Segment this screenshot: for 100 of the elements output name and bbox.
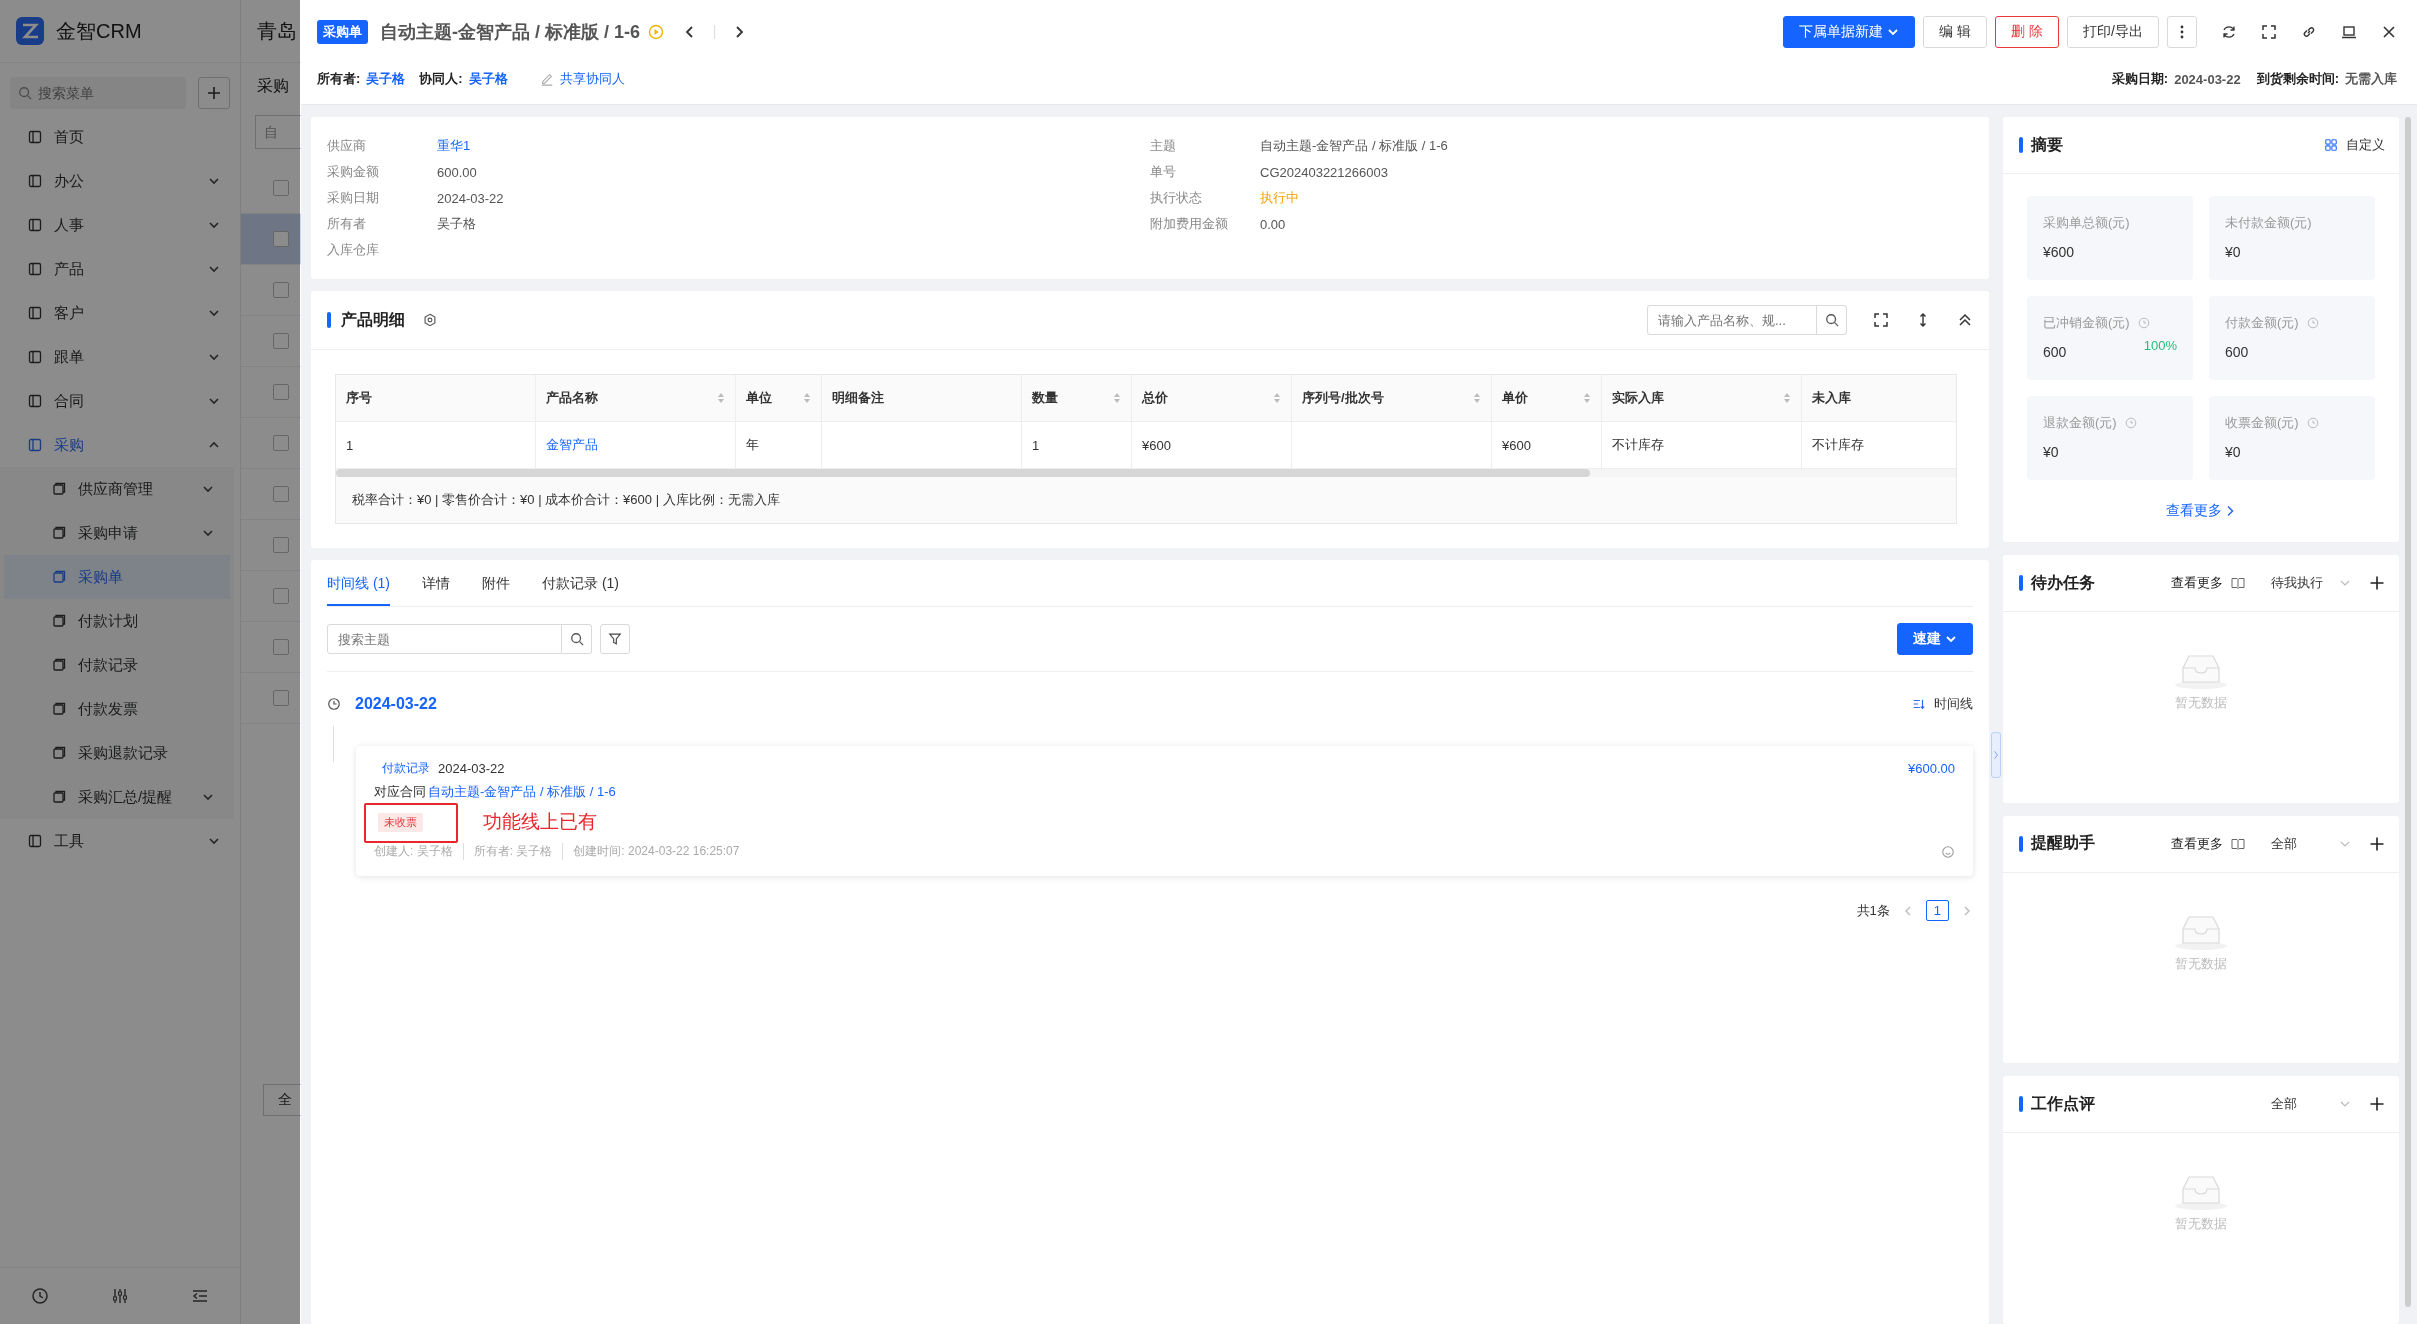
column-header: 产品名称 [536,375,736,421]
stat-label: 未付款金额(元) [2225,214,2312,232]
checkbox[interactable] [273,537,289,553]
view-more-link[interactable]: 查看更多 [2171,574,2223,592]
menu-search-field[interactable]: 搜索菜单 [10,77,186,109]
menu-item[interactable]: 人事 [0,203,240,247]
tab[interactable]: 附件 [482,560,510,606]
checkbox[interactable] [273,384,289,400]
checkbox[interactable] [273,180,289,196]
product-link[interactable]: 金智产品 [546,436,725,454]
owner-link[interactable]: 吴子格 [366,70,406,88]
refresh-icon[interactable] [2221,24,2237,40]
submenu-item[interactable]: 采购申请 [0,511,234,555]
add-icon[interactable] [2369,575,2385,591]
grid-icon[interactable] [2324,138,2338,152]
laptop-icon[interactable] [2341,24,2357,40]
customize-link[interactable]: 自定义 [2346,136,2385,154]
sort-icon[interactable] [717,392,725,404]
book-icon[interactable] [2231,837,2245,850]
submenu-item[interactable]: 供应商管理 [0,467,234,511]
checkbox[interactable] [273,588,289,604]
checkbox[interactable] [273,333,289,349]
quick-create-button[interactable]: 速建 [1897,623,1973,655]
add-button[interactable] [198,77,230,109]
panel-toggle-handle[interactable] [1991,732,2001,778]
invoice-status-tag: 未收票 [378,812,423,832]
add-icon[interactable] [2369,1096,2385,1113]
action-button[interactable]: 删 除 [1995,16,2060,48]
menu-item[interactable]: 采购 [0,423,240,467]
link-icon[interactable] [2301,24,2317,40]
checkbox[interactable] [273,639,289,655]
history-icon[interactable] [31,1287,49,1305]
menu-item[interactable]: 工具 [0,819,240,863]
submenu-item[interactable]: 采购汇总/提醒 [0,775,234,819]
sort-icon[interactable] [1273,392,1281,404]
action-button[interactable]: 编 辑 [1923,16,1988,48]
view-more-link[interactable]: 查看更多 [2171,834,2223,853]
sort-icon[interactable] [803,392,811,404]
filter-dropdown[interactable]: 待我执行 [2271,574,2351,592]
submenu-item[interactable]: 付款记录 [0,643,234,687]
scrollbar-thumb[interactable] [2405,117,2411,1307]
product-search-field[interactable]: 请输入产品名称、规... [1647,305,1817,335]
checkbox[interactable] [273,282,289,298]
submenu-item[interactable]: 付款发票 [0,687,234,731]
view-more-link[interactable]: 查看更多 [2166,502,2222,520]
checkbox[interactable] [273,435,289,451]
play-icon[interactable] [648,24,664,40]
scrollbar-thumb[interactable] [336,469,1590,477]
stat-value: 600 [2225,344,2249,360]
sort-icon[interactable] [1783,392,1791,404]
section-title: 待办任务 [2031,572,2095,593]
field-label: 采购金额 [327,163,380,181]
fullscreen-icon[interactable] [2261,24,2277,40]
sliders-icon[interactable] [111,1287,129,1305]
sort-icon[interactable] [1113,392,1121,404]
collapse-menu-icon[interactable] [191,1287,209,1305]
collapse-icon[interactable] [1957,312,1973,328]
menu-item[interactable]: 跟单 [0,335,240,379]
submenu-item[interactable]: 采购退款记录 [0,731,234,775]
menu-item[interactable]: 合同 [0,379,240,423]
book-icon[interactable] [2231,577,2245,589]
action-button[interactable]: 打印/导出 [2067,16,2159,48]
menu-item[interactable]: 办公 [0,159,240,203]
page-tab[interactable]: 采购 [241,63,301,109]
contract-link[interactable]: 自动主题-金智产品 / 标准版 / 1-6 [428,783,616,801]
tab[interactable]: 付款记录 (1) [542,560,619,606]
checkbox[interactable] [273,231,289,247]
close-icon[interactable] [2381,24,2397,40]
field-link[interactable]: 重华1 [437,137,471,155]
checkbox[interactable] [273,690,289,706]
menu-icon [52,790,66,804]
filter-dropdown[interactable]: 全部 [2271,834,2351,853]
collaborator-link[interactable]: 吴子格 [468,70,508,88]
tab[interactable]: 时间线 (1) [327,560,390,606]
checkbox[interactable] [273,486,289,502]
timeline-search-field[interactable]: 搜索主题 [327,624,562,654]
menu-item[interactable]: 首页 [0,115,240,159]
menu-item[interactable]: 客户 [0,291,240,335]
sort-icon[interactable] [1473,392,1481,404]
menu-item[interactable]: 产品 [0,247,240,291]
filter-button[interactable] [600,624,630,654]
tab[interactable]: 详情 [422,560,450,606]
submenu-item[interactable]: 采购单 [4,555,230,599]
sort-list-icon[interactable] [1912,697,1926,711]
sort-label[interactable]: 时间线 [1934,695,1973,713]
submenu-item[interactable]: 付款计划 [0,599,234,643]
more-button[interactable] [2167,16,2197,48]
search-button[interactable] [1817,305,1847,335]
search-button[interactable] [562,624,592,654]
action-button[interactable]: 下属单据新建 [1783,16,1916,48]
filter-dropdown[interactable]: 全部 [2271,1095,2351,1114]
settings-icon[interactable] [423,313,437,327]
table-cell-text: ¥600 [1142,437,1172,453]
entry-type-link[interactable]: 付款记录 [374,760,430,777]
fullscreen-icon[interactable] [1873,312,1889,328]
comment-icon[interactable] [1941,844,1955,859]
page-button[interactable]: 1 [1925,900,1949,921]
sort-icon[interactable] [1583,392,1591,404]
share-collaborator-link[interactable]: 共享协同人 [559,70,625,88]
add-icon[interactable] [2369,835,2385,852]
